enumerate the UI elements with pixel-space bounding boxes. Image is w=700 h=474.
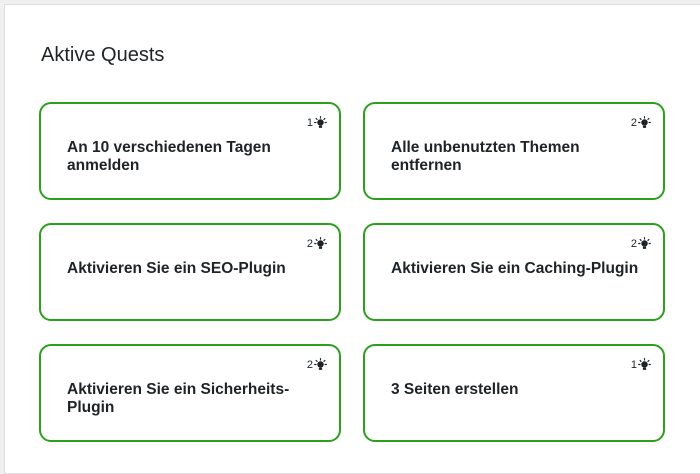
lightbulb-icon xyxy=(638,237,651,249)
quest-card[interactable]: 2 Aktivieren Sie ein Caching-Plugin xyxy=(363,223,665,321)
quest-points: 1 xyxy=(631,358,651,371)
lightbulb-icon xyxy=(638,116,651,128)
lightbulb-icon xyxy=(314,358,327,370)
points-value: 2 xyxy=(630,116,637,129)
quest-label: Aktivieren Sie ein Caching-Plugin xyxy=(391,260,639,277)
quest-card[interactable]: 1 3 Seiten erstellen xyxy=(363,344,665,442)
quest-card[interactable]: 2 Aktivieren Sie ein Sicherheits-Plugin xyxy=(39,344,341,442)
quest-card[interactable]: 1 An 10 verschiedenen Tagen anmelden xyxy=(39,102,341,200)
quest-label: Alle unbenutzten Themen entfernen xyxy=(391,139,580,174)
quest-label: An 10 verschiedenen Tagen anmelden xyxy=(67,139,271,174)
points-value: 2 xyxy=(630,237,637,250)
quest-label: 3 Seiten erstellen xyxy=(391,381,519,398)
points-value: 1 xyxy=(630,358,637,371)
quest-label: Aktivieren Sie ein SEO-Plugin xyxy=(67,260,286,277)
quest-points: 2 xyxy=(307,358,327,371)
lightbulb-icon xyxy=(314,116,327,128)
lightbulb-icon xyxy=(638,358,651,370)
active-quests-panel: Aktive Quests 1 An 10 verschiedenen Tage… xyxy=(4,4,700,474)
points-value: 2 xyxy=(306,237,313,250)
quest-card[interactable]: 2 Alle unbenutzten Themen entfernen xyxy=(363,102,665,200)
points-value: 1 xyxy=(306,116,313,129)
quest-label: Aktivieren Sie ein Sicherheits-Plugin xyxy=(67,381,290,416)
lightbulb-icon xyxy=(314,237,327,249)
quest-points: 1 xyxy=(307,116,327,129)
panel-title: Aktive Quests xyxy=(41,44,165,66)
quest-points: 2 xyxy=(631,116,651,129)
points-value: 2 xyxy=(306,358,313,371)
quest-points: 2 xyxy=(631,237,651,250)
quest-card[interactable]: 2 Aktivieren Sie ein SEO-Plugin xyxy=(39,223,341,321)
quest-points: 2 xyxy=(307,237,327,250)
